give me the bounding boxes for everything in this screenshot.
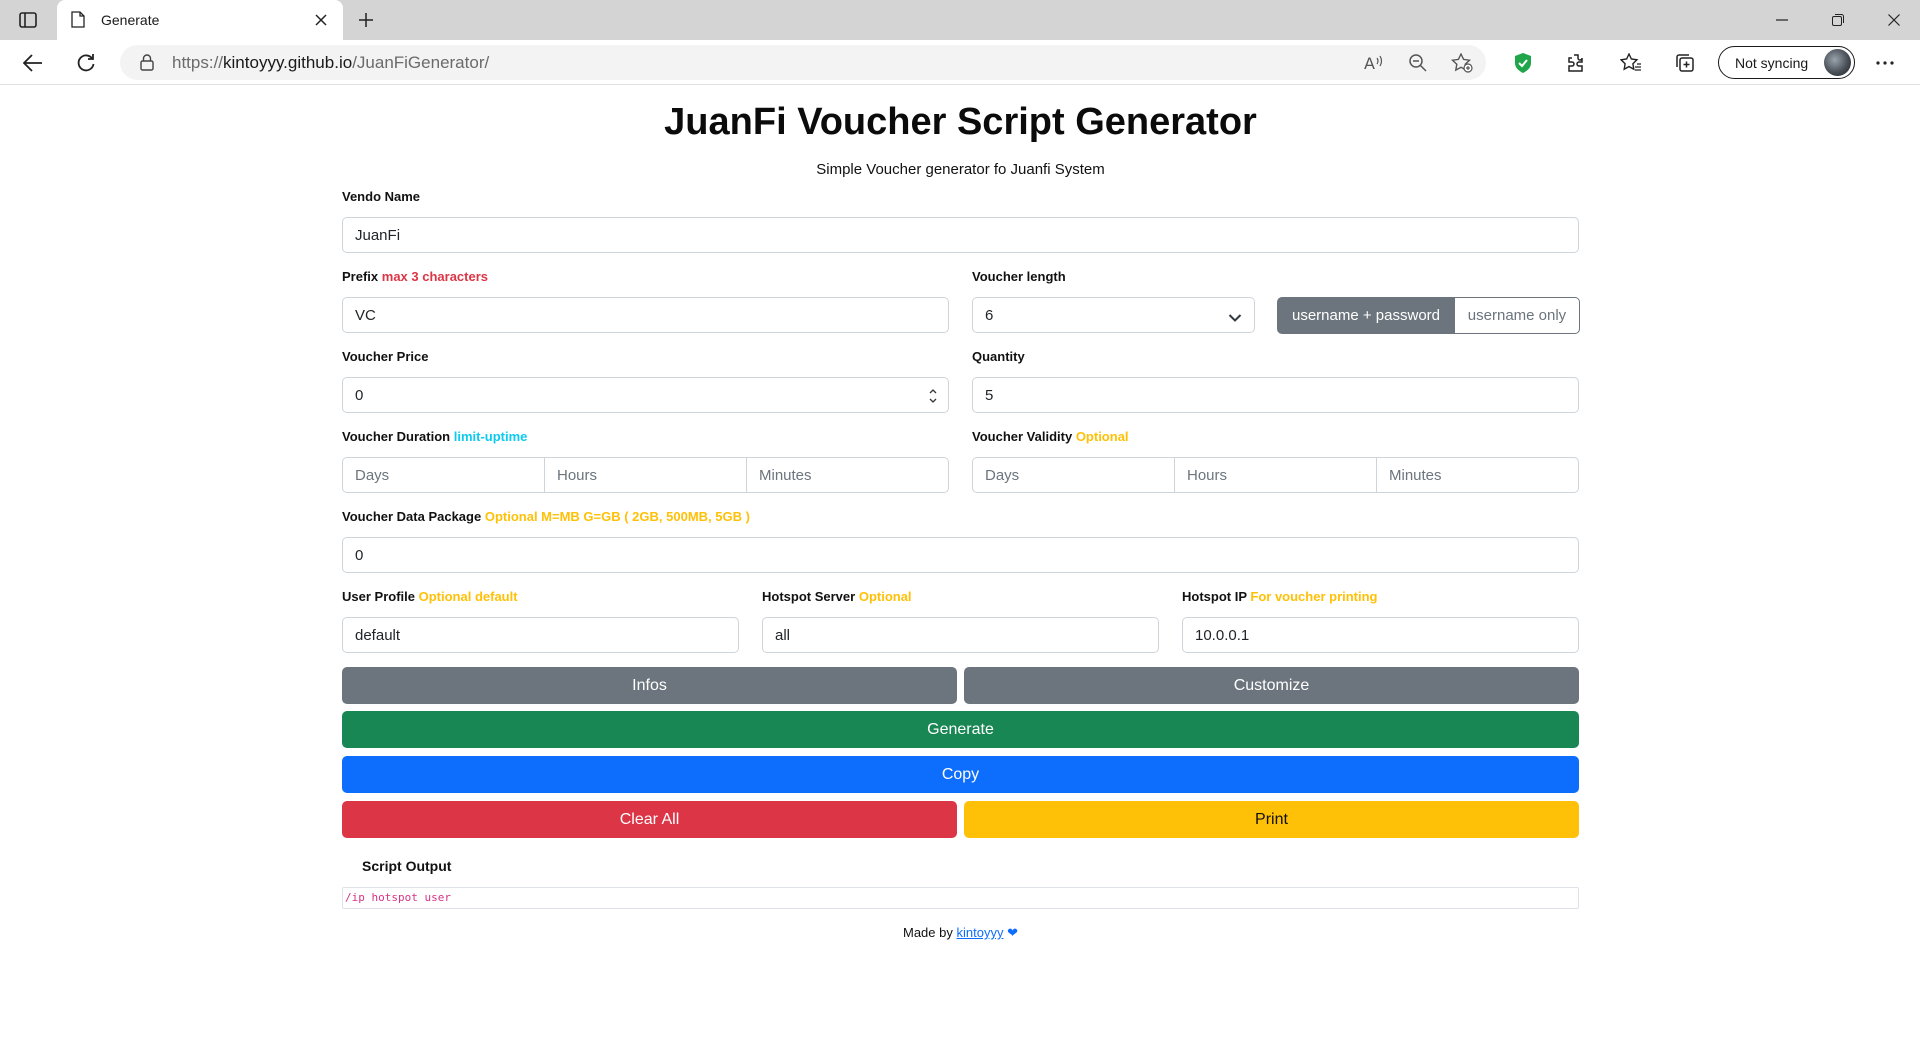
prefix-label: Prefix max 3 characters <box>342 269 488 284</box>
script-output-area[interactable]: /ip hotspot user <box>342 887 1579 909</box>
user-profile-label: User Profile Optional default <box>342 589 518 604</box>
url-scheme: https:// <box>172 52 224 72</box>
browser-toolbar: https://kintoyyy.github.io/JuanFiGenerat… <box>0 40 1920 85</box>
quantity-input[interactable]: 5 <box>972 377 1579 413</box>
voucher-validity-label: Voucher Validity Optional <box>972 429 1129 444</box>
vendo-name-input[interactable]: JuanFi <box>342 217 1579 253</box>
user-profile-label-text: User Profile <box>342 589 415 604</box>
number-spinner-icon[interactable] <box>928 386 938 406</box>
back-icon[interactable] <box>19 49 47 77</box>
url-path: /JuanFiGenerator/ <box>352 52 490 72</box>
sync-label: Not syncing <box>1735 54 1809 71</box>
browser-tabstrip: Generate <box>0 0 1920 40</box>
zoom-out-icon[interactable] <box>1404 49 1432 77</box>
validity-hours-input[interactable]: Hours <box>1174 457 1377 493</box>
voucher-validity-hint: Optional <box>1075 429 1129 444</box>
page-title: JuanFi Voucher Script Generator <box>664 101 1257 143</box>
voucher-validity-group: Days Hours Minutes <box>972 457 1579 493</box>
close-tab-icon[interactable] <box>313 12 329 28</box>
username-only-option[interactable]: username only <box>1454 297 1580 334</box>
data-package-label-text: Voucher Data Package <box>342 509 482 524</box>
prefix-input[interactable]: VC <box>342 297 949 333</box>
more-menu-icon[interactable] <box>1871 49 1899 77</box>
voucher-duration-label: Voucher Duration limit-uptime <box>342 429 527 444</box>
script-output-title: Script Output <box>362 858 452 874</box>
hotspot-ip-input[interactable]: 10.0.0.1 <box>1182 617 1579 653</box>
hotspot-server-input[interactable]: all <box>762 617 1159 653</box>
svg-text:A: A <box>1364 54 1375 72</box>
url-text: https://kintoyyy.github.io/JuanFiGenerat… <box>172 53 489 73</box>
data-package-input[interactable]: 0 <box>342 537 1579 573</box>
infos-button[interactable]: Infos <box>342 667 957 704</box>
data-package-hint: Optional M=MB G=GB ( 2GB, 500MB, 5GB ) <box>484 509 750 524</box>
lock-icon[interactable] <box>140 53 156 72</box>
user-profile-input[interactable]: default <box>342 617 739 653</box>
duration-days-input[interactable]: Days <box>342 457 545 493</box>
copy-button[interactable]: Copy <box>342 756 1579 793</box>
voucher-length-value: 6 <box>985 306 994 324</box>
page-subtitle: Simple Voucher generator fo Juanfi Syste… <box>816 161 1105 178</box>
extensions-icon[interactable] <box>1562 49 1590 77</box>
browser-tab[interactable]: Generate <box>57 0 343 40</box>
username-password-option[interactable]: username + password <box>1277 297 1455 334</box>
tab-title: Generate <box>101 12 160 28</box>
hotspot-ip-label-text: Hotspot IP <box>1182 589 1247 604</box>
duration-hours-input[interactable]: Hours <box>544 457 747 493</box>
minimize-icon[interactable] <box>1756 0 1808 40</box>
address-bar[interactable]: https://kintoyyy.github.io/JuanFiGenerat… <box>120 45 1486 80</box>
read-aloud-icon[interactable]: A <box>1360 49 1388 77</box>
add-favorite-icon[interactable] <box>1448 49 1476 77</box>
close-window-icon[interactable] <box>1868 0 1920 40</box>
vendo-name-label: Vendo Name <box>342 189 421 204</box>
hotspot-ip-hint: For voucher printing <box>1250 589 1378 604</box>
restore-icon[interactable] <box>1812 0 1864 40</box>
quantity-label: Quantity <box>972 349 1025 364</box>
hotspot-server-label: Hotspot Server Optional <box>762 589 912 604</box>
prefix-label-text: Prefix <box>342 269 379 284</box>
avatar <box>1824 49 1851 76</box>
credential-mode-toggle: username + password username only <box>1277 297 1580 334</box>
author-link[interactable]: kintoyyy <box>957 925 1004 940</box>
voucher-duration-label-text: Voucher Duration <box>342 429 451 444</box>
page-icon <box>71 11 87 29</box>
page-content: JuanFi Voucher Script Generator Simple V… <box>0 85 1920 1050</box>
validity-minutes-input[interactable]: Minutes <box>1376 457 1579 493</box>
generate-button[interactable]: Generate <box>342 711 1579 748</box>
footer: Made by kintoyyy ❤ <box>342 925 1579 941</box>
print-button[interactable]: Print <box>964 801 1579 838</box>
hotspot-ip-label: Hotspot IP For voucher printing <box>1182 589 1378 604</box>
voucher-length-label: Voucher length <box>972 269 1066 284</box>
voucher-validity-label-text: Voucher Validity <box>972 429 1073 444</box>
customize-button[interactable]: Customize <box>964 667 1579 704</box>
tab-actions-icon[interactable] <box>14 8 42 32</box>
hotspot-server-label-text: Hotspot Server <box>762 589 856 604</box>
shield-extension-icon[interactable] <box>1509 49 1537 77</box>
profile-sync-button[interactable]: Not syncing <box>1718 46 1855 79</box>
collections-icon[interactable] <box>1671 49 1699 77</box>
validity-days-input[interactable]: Days <box>972 457 1175 493</box>
hotspot-server-hint: Optional <box>858 589 912 604</box>
clear-all-button[interactable]: Clear All <box>342 801 957 838</box>
heart-icon: ❤ <box>1007 925 1018 940</box>
duration-minutes-input[interactable]: Minutes <box>746 457 949 493</box>
data-package-label: Voucher Data Package Optional M=MB G=GB … <box>342 509 750 524</box>
voucher-price-input[interactable]: 0 <box>342 377 949 413</box>
voucher-length-select[interactable]: 6 <box>972 297 1255 333</box>
new-tab-icon[interactable] <box>352 6 380 34</box>
prefix-hint: max 3 characters <box>381 269 489 284</box>
voucher-duration-group: Days Hours Minutes <box>342 457 949 493</box>
voucher-price-label: Voucher Price <box>342 349 429 364</box>
refresh-icon[interactable] <box>72 49 100 77</box>
footer-prefix: Made by <box>903 925 953 940</box>
url-host: kintoyyy.github.io <box>223 52 353 72</box>
voucher-price-value: 0 <box>355 386 364 404</box>
favorites-icon[interactable] <box>1617 49 1645 77</box>
user-profile-hint: Optional default <box>418 589 518 604</box>
chevron-down-icon <box>1228 310 1242 322</box>
voucher-duration-hint: limit-uptime <box>453 429 528 444</box>
